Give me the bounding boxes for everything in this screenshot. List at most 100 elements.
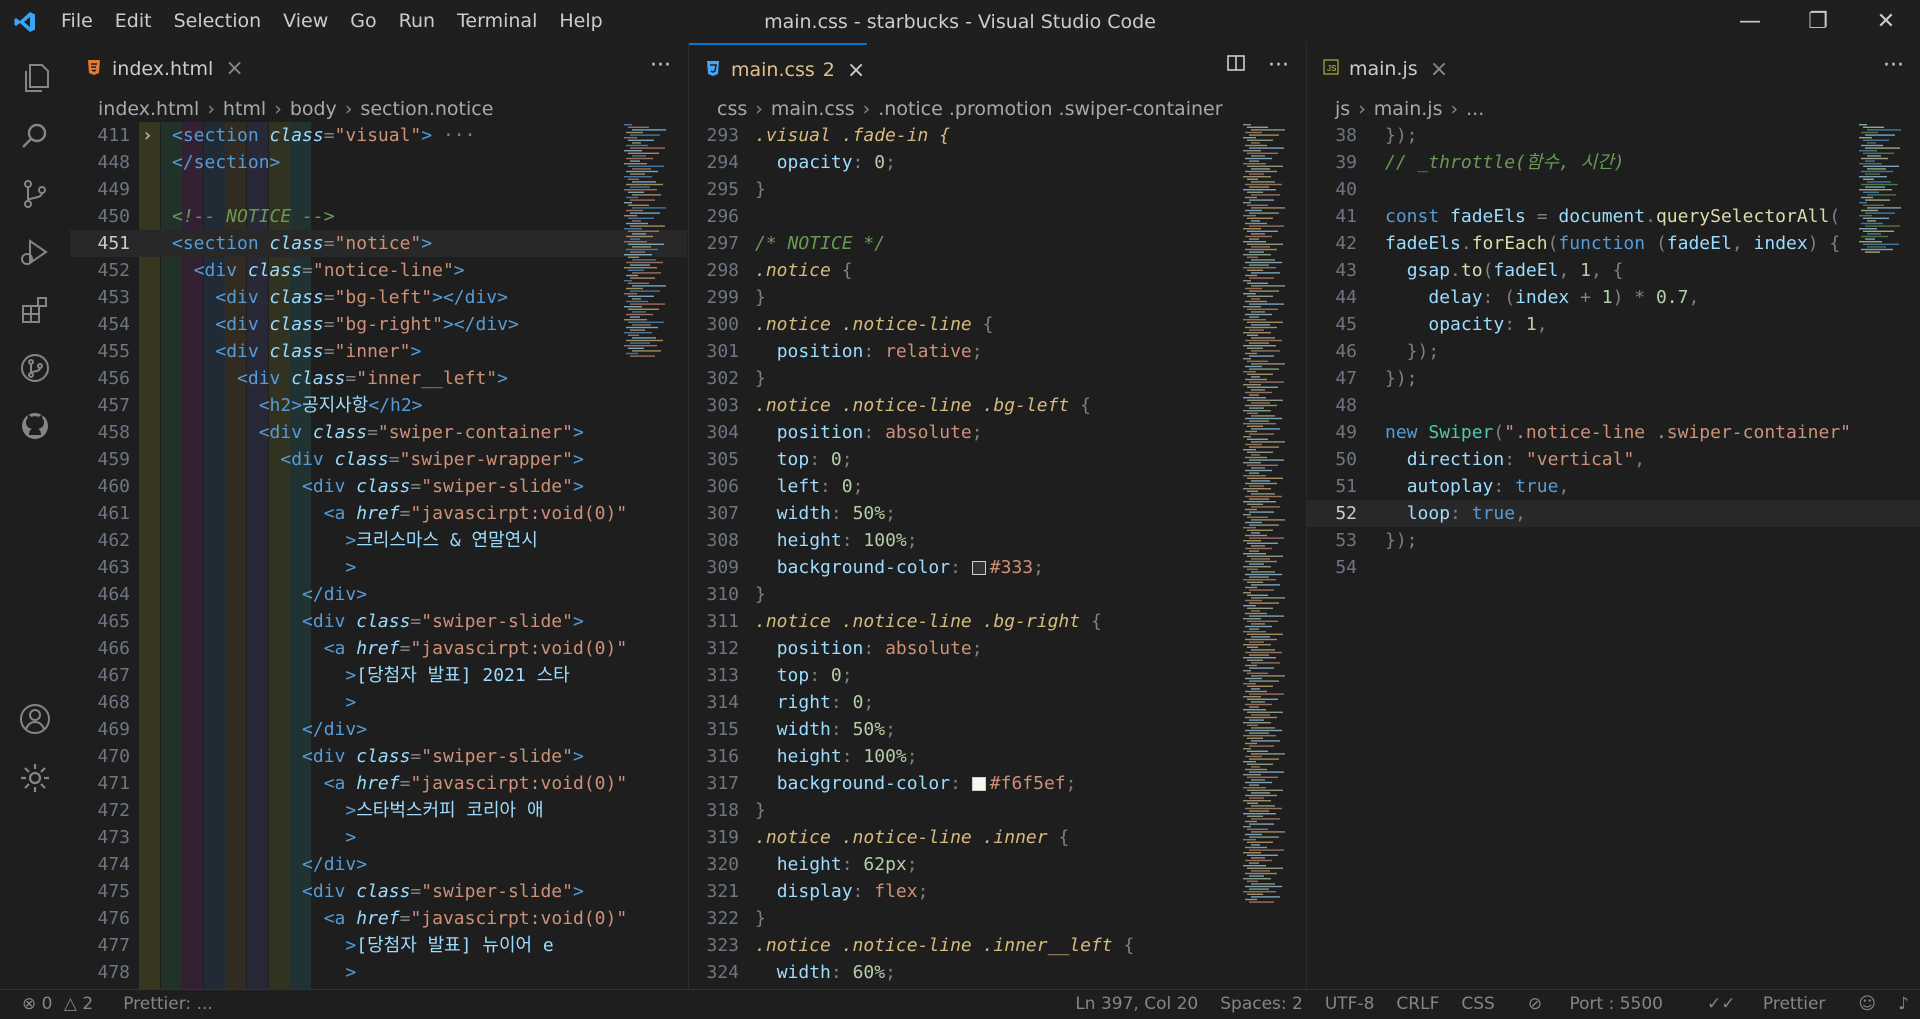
- minimap-line: [1245, 768, 1267, 771]
- code-token: index: [1515, 287, 1570, 308]
- line-ending[interactable]: CRLF: [1385, 994, 1450, 1014]
- minimap-line: [1243, 163, 1266, 165]
- minimap[interactable]: [620, 122, 680, 989]
- code-token: ;: [863, 692, 875, 713]
- menu-help[interactable]: Help: [548, 0, 613, 43]
- line-number: 452: [97, 260, 130, 281]
- code-token: <div: [215, 341, 270, 362]
- minimap-line: [1243, 540, 1261, 542]
- menu-go[interactable]: Go: [339, 0, 387, 43]
- breadcrumb-item[interactable]: html: [223, 98, 266, 120]
- minimap-line: [1249, 433, 1274, 435]
- line-number: 457: [97, 395, 130, 416]
- code-editor[interactable]: 411 › <section class="visual"> ··· 448 </sec…: [70, 122, 687, 989]
- live-server-port[interactable]: ⊘ Port : 5500: [1506, 994, 1685, 1014]
- breadcrumb-item[interactable]: js: [1335, 98, 1350, 120]
- minimap-line: [1861, 209, 1878, 212]
- breadcrumb-item[interactable]: .notice .promotion .swiper-container: [878, 98, 1222, 120]
- minimap-line: [1859, 176, 1887, 178]
- minimap-line: [1247, 750, 1268, 752]
- breadcrumb-item[interactable]: ...: [1466, 98, 1484, 120]
- code-token: fadeEl: [1493, 260, 1559, 281]
- breadcrumb-item[interactable]: css: [717, 98, 747, 120]
- breadcrumb-item[interactable]: index.html: [98, 98, 199, 120]
- breadcrumb-item[interactable]: main.css: [771, 98, 855, 120]
- line-number: 474: [97, 854, 130, 875]
- minimap-line: [1251, 883, 1275, 885]
- breadcrumb-item[interactable]: body: [290, 98, 337, 120]
- code-line: 44 delay: (index + 1) * 0.7,: [1307, 284, 1920, 311]
- indentation[interactable]: Spaces: 2: [1209, 994, 1314, 1014]
- breadcrumb-item[interactable]: main.js: [1374, 98, 1443, 120]
- more-actions-icon[interactable]: ···: [650, 53, 671, 78]
- encoding[interactable]: UTF-8: [1314, 994, 1386, 1014]
- line-number: 50: [1335, 449, 1357, 470]
- minimap-line: [1247, 841, 1273, 843]
- menu-file[interactable]: File: [50, 0, 104, 43]
- split-editor-icon[interactable]: [1226, 53, 1246, 79]
- tab-main-css[interactable]: main.css 2 ×: [689, 43, 867, 95]
- notifications-bell-icon[interactable]: ♪: [1887, 994, 1920, 1014]
- settings-gear-icon[interactable]: [0, 743, 70, 813]
- close-window-icon[interactable]: ✕: [1852, 0, 1920, 43]
- prettier-status-left[interactable]: Prettier: ...: [123, 994, 213, 1014]
- minimap-line: [1245, 898, 1257, 901]
- minimap-line: [1249, 654, 1269, 656]
- menu-terminal[interactable]: Terminal: [446, 0, 548, 43]
- minimap[interactable]: [1855, 122, 1920, 989]
- github-icon[interactable]: [0, 391, 70, 461]
- minimap-line: [1251, 207, 1285, 209]
- code-editor[interactable]: 38}); 39 // _throttle(함수, 시간) 40 41 const fad…: [1307, 122, 1920, 989]
- minimap-line: [626, 196, 638, 199]
- close-tab-icon[interactable]: ×: [1430, 57, 1448, 82]
- code-line: 45 opacity: 1,: [1307, 311, 1920, 338]
- breadcrumb-item[interactable]: section.notice: [360, 98, 493, 120]
- color-swatch[interactable]: [971, 561, 986, 575]
- line-number: 475: [97, 881, 130, 902]
- menu-view[interactable]: View: [272, 0, 339, 43]
- account-icon[interactable]: [0, 849, 70, 919]
- code-text: <section class="visual"> ···: [172, 122, 635, 149]
- color-swatch[interactable]: [971, 777, 986, 791]
- more-actions-icon[interactable]: ···: [1883, 53, 1904, 78]
- code-token: =: [410, 611, 422, 632]
- minimap-line: [1243, 215, 1256, 217]
- errors-status[interactable]: ⊗ 0 △ 2: [22, 994, 93, 1014]
- code-line: 307 width: 50%;: [689, 500, 1305, 527]
- cursor-position[interactable]: Ln 397, Col 20: [1064, 994, 1209, 1014]
- menu-edit[interactable]: Edit: [104, 0, 163, 43]
- language-mode[interactable]: CSS: [1450, 994, 1505, 1014]
- menu-run[interactable]: Run: [388, 0, 446, 43]
- minimap-line: [1861, 144, 1883, 147]
- minimap-line: [1251, 376, 1260, 378]
- minimap[interactable]: [1239, 122, 1305, 989]
- restore-icon[interactable]: ❐: [1784, 0, 1852, 43]
- close-tab-icon[interactable]: ×: [225, 56, 243, 81]
- tab-index-html[interactable]: index.html ×: [70, 43, 252, 95]
- code-line: 472 >스타벅스커피 코리아 애: [70, 797, 687, 824]
- close-tab-icon[interactable]: ×: [847, 58, 865, 83]
- code-text: .notice {: [755, 257, 1245, 284]
- minimap-line: [628, 204, 649, 206]
- menu-selection[interactable]: Selection: [163, 0, 273, 43]
- line-number: 40: [1335, 179, 1357, 200]
- more-actions-icon[interactable]: ···: [1268, 53, 1289, 79]
- minimap-line: [632, 337, 656, 339]
- feedback-icon[interactable]: ☺: [1847, 994, 1887, 1014]
- tab-main-js[interactable]: JS main.js ×: [1307, 43, 1483, 95]
- code-token: <!-- NOTICE -->: [172, 206, 335, 227]
- prettier-status-right[interactable]: ✓✓ Prettier: [1685, 994, 1847, 1014]
- minimap-line: [1247, 321, 1283, 323]
- minimap-line: [1249, 732, 1269, 734]
- code-token: ;: [917, 881, 929, 902]
- code-token: =: [323, 341, 335, 362]
- minimap-line: [1247, 412, 1258, 414]
- code-token: <div: [215, 314, 270, 335]
- minimize-icon[interactable]: —: [1716, 0, 1784, 43]
- minimap-line: [628, 165, 664, 167]
- fold-chevron-icon[interactable]: ›: [142, 122, 153, 149]
- code-editor[interactable]: 293 .visual .fade-in {294 opacity: 0; 295}…: [689, 122, 1305, 989]
